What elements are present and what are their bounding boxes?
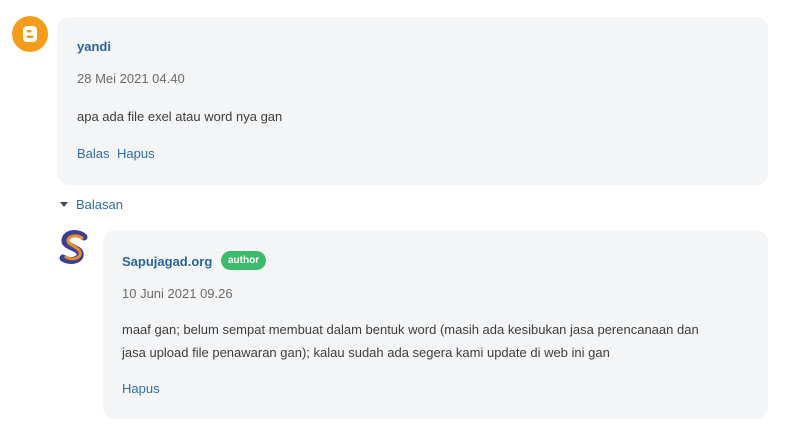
blogger-icon bbox=[23, 26, 37, 42]
sapujagad-logo-icon bbox=[59, 230, 88, 264]
reply-card: Sapujagad.org author 10 Juni 2021 09.26 … bbox=[103, 230, 768, 419]
reply-delete-link[interactable]: Hapus bbox=[122, 381, 160, 396]
reply-author[interactable]: Sapujagad.org bbox=[122, 254, 212, 269]
commenter-avatar[interactable] bbox=[12, 16, 48, 52]
caret-down-icon bbox=[60, 202, 68, 207]
replies-toggle[interactable]: Balasan bbox=[60, 197, 123, 212]
author-badge: author bbox=[221, 251, 267, 270]
reply-text-line-1: maaf gan; belum sempat membuat dalam ben… bbox=[122, 322, 699, 337]
reply-date[interactable]: 10 Juni 2021 09.26 bbox=[122, 286, 233, 301]
delete-link[interactable]: Hapus bbox=[117, 146, 155, 161]
reply-text-line-2: jasa upload file penawaran gan); kalau s… bbox=[122, 345, 610, 360]
comment-date[interactable]: 28 Mei 2021 04.40 bbox=[77, 71, 185, 86]
comment-text: apa ada file exel atau word nya gan bbox=[77, 109, 283, 124]
comment-author[interactable]: yandi bbox=[77, 39, 111, 54]
comment-card: yandi 28 Mei 2021 04.40 apa ada file exe… bbox=[57, 17, 768, 185]
replies-toggle-label: Balasan bbox=[76, 197, 123, 212]
reply-text: maaf gan; belum sempat membuat dalam ben… bbox=[122, 318, 762, 364]
reply-author-avatar[interactable] bbox=[58, 230, 92, 268]
reply-link[interactable]: Balas bbox=[77, 146, 110, 161]
